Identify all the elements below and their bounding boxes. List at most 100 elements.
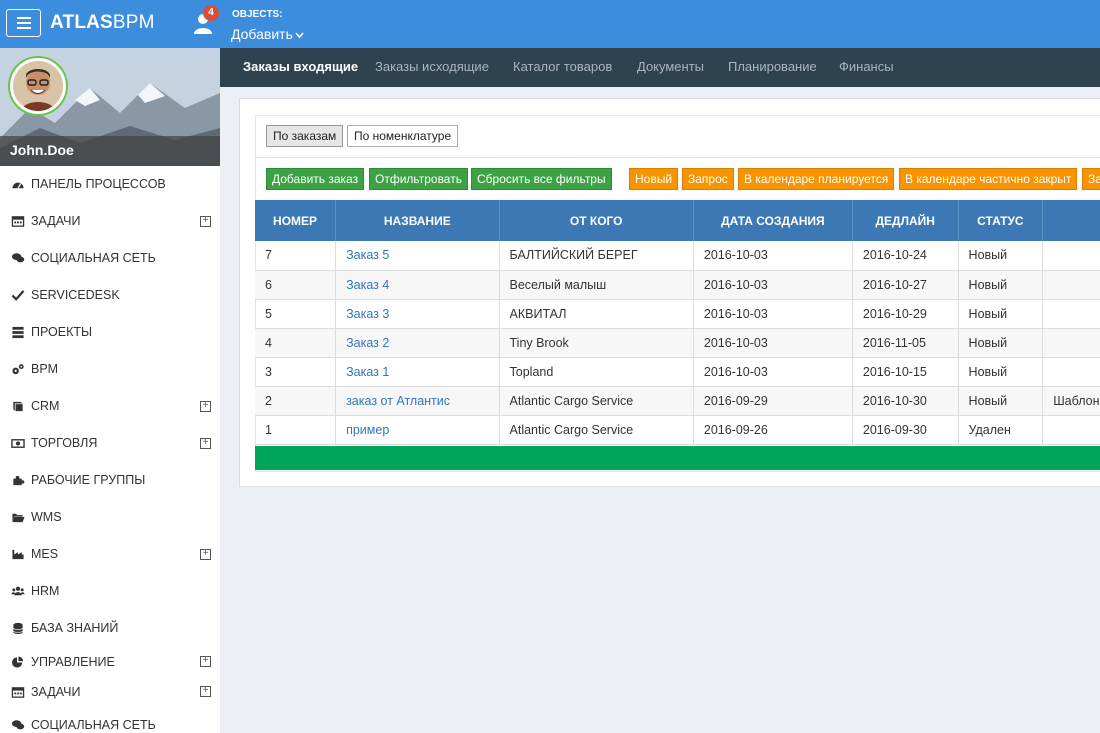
- table-header-row: НОМЕР НАЗВАНИЕ ОТ КОГО ДАТА СОЗДАНИЯ ДЕД…: [255, 200, 1100, 241]
- column-header-number[interactable]: НОМЕР: [255, 200, 337, 241]
- order-link[interactable]: Заказ 1: [346, 365, 389, 379]
- objects-add-label: Добавить: [231, 26, 293, 42]
- objects-add-dropdown[interactable]: Добавить: [231, 26, 304, 42]
- sidebar-item-label: СОЦИАЛЬНАЯ СЕТЬ: [31, 718, 156, 732]
- column-header-from[interactable]: ОТ КОГО: [499, 200, 694, 241]
- sidebar-item-3[interactable]: SERVICEDESK: [0, 277, 220, 314]
- table-row[interactable]: 6 Заказ 4 Веселый малыш 2016-10-03 2016-10-2…: [255, 270, 1100, 300]
- sidebar-item-1[interactable]: ЗАДАЧИ +: [0, 203, 220, 240]
- status-filter-calendar-planned[interactable]: В календаре планируется: [738, 168, 895, 190]
- tab-product-catalog[interactable]: Каталог товаров: [513, 59, 612, 74]
- comments-icon: [11, 253, 25, 263]
- cell-deadline: 2016-10-29: [852, 299, 959, 329]
- cell-status: Новый: [958, 241, 1044, 271]
- cell-extra: [1042, 415, 1100, 445]
- sidebar-item-8[interactable]: РАБОЧИЕ ГРУППЫ: [0, 462, 220, 499]
- column-header-deadline[interactable]: ДЕДЛАЙН: [852, 200, 959, 241]
- cell-created: 2016-10-03: [693, 357, 853, 387]
- cell-created: 2016-10-03: [693, 299, 853, 329]
- expand-plus-icon[interactable]: +: [200, 216, 211, 227]
- sidebar-item-label: БАЗА ЗНАНИЙ: [31, 621, 119, 635]
- order-link[interactable]: пример: [346, 423, 389, 437]
- order-link[interactable]: Заказ 4: [346, 278, 389, 292]
- sidebar-item-label: ПРОЕКТЫ: [31, 325, 93, 339]
- sidebar-item-14[interactable]: ЗАДАЧИ +: [0, 677, 220, 707]
- avatar[interactable]: [10, 58, 66, 114]
- cell-extra: [1042, 328, 1100, 358]
- column-header-name[interactable]: НАЗВАНИЕ: [335, 200, 500, 241]
- sidebar-item-6[interactable]: CRM +: [0, 388, 220, 425]
- sidebar-item-13[interactable]: УПРАВЛЕНИЕ +: [0, 647, 220, 677]
- status-filter-calendar-partially-closed[interactable]: В календаре частично закрыт: [899, 168, 1078, 190]
- sidebar-item-7[interactable]: ТОРГОВЛЯ +: [0, 425, 220, 462]
- cell-deadline: 2016-11-05: [852, 328, 959, 358]
- reset-filters-button[interactable]: Сбросить все фильтры: [471, 168, 612, 190]
- database-icon: [12, 622, 24, 634]
- expand-plus-icon[interactable]: +: [200, 549, 211, 560]
- app-logo[interactable]: ATLASBPM: [50, 12, 155, 34]
- check-icon: [11, 290, 25, 301]
- cell-from: Topland: [499, 357, 694, 387]
- order-link[interactable]: Заказ 2: [346, 336, 389, 350]
- filter-button[interactable]: Отфильтровать: [369, 168, 468, 190]
- cell-status: Удален: [958, 415, 1044, 445]
- sidebar-item-9[interactable]: WMS: [0, 499, 220, 536]
- user-panel: John.Doe: [0, 48, 220, 166]
- cell-extra: [1042, 241, 1100, 271]
- sidebar-item-5[interactable]: BPM: [0, 351, 220, 388]
- view-by-orders-button[interactable]: По заказам: [266, 125, 344, 147]
- order-link[interactable]: Заказ 3: [346, 307, 389, 321]
- cell-status: Новый: [958, 357, 1044, 387]
- folder-open-icon: [12, 513, 25, 523]
- expand-plus-icon[interactable]: +: [200, 401, 211, 412]
- column-header-status[interactable]: СТАТУС: [958, 200, 1044, 241]
- tab-planning[interactable]: Планирование: [728, 59, 817, 74]
- sidebar-item-10[interactable]: MES +: [0, 536, 220, 573]
- orders-table-body: 7 Заказ 5 БАЛТИЙСКИЙ БЕРЕГ 2016-10-03 2016-1…: [255, 241, 1100, 445]
- top-bar: ATLASBPM 4 OBJECTS: Добавить: [0, 0, 1100, 48]
- sidebar-item-15[interactable]: СОЦИАЛЬНАЯ СЕТЬ: [0, 707, 220, 733]
- money-icon: [11, 439, 25, 448]
- table-row[interactable]: 7 Заказ 5 БАЛТИЙСКИЙ БЕРЕГ 2016-10-03 2016-1…: [255, 241, 1100, 271]
- sidebar-item-0[interactable]: ПАНЕЛЬ ПРОЦЕССОВ: [0, 166, 220, 203]
- view-by-nomenclature-button[interactable]: По номенклатуре: [347, 125, 459, 147]
- sidebar-item-4[interactable]: ПРОЕКТЫ: [0, 314, 220, 351]
- sidebar-item-label: ЗАДАЧИ: [31, 685, 81, 699]
- tab-incoming-orders[interactable]: Заказы входящие: [243, 59, 358, 74]
- calendar-icon: [11, 687, 25, 698]
- cell-deadline: 2016-10-15: [852, 357, 959, 387]
- tab-finance[interactable]: Финансы: [839, 59, 894, 74]
- users-icon: [11, 586, 25, 596]
- column-header-extra[interactable]: [1042, 200, 1100, 241]
- sidebar-item-2[interactable]: СОЦИАЛЬНАЯ СЕТЬ: [0, 240, 220, 277]
- sidebar-item-12[interactable]: БАЗА ЗНАНИЙ: [0, 610, 220, 647]
- expand-plus-icon[interactable]: +: [200, 656, 211, 667]
- status-filter-request[interactable]: Запрос: [682, 168, 734, 190]
- calendar-icon: [11, 216, 25, 227]
- chevron-down-icon: [295, 32, 304, 39]
- cell-name: Заказ 3: [335, 299, 500, 329]
- cell-extra: [1042, 299, 1100, 329]
- cell-extra: [1042, 270, 1100, 300]
- column-header-created[interactable]: ДАТА СОЗДАНИЯ: [693, 200, 853, 241]
- tab-documents[interactable]: Документы: [637, 59, 704, 74]
- status-filter-more[interactable]: За: [1082, 168, 1100, 190]
- table-row[interactable]: 2 заказ от Атлантис Atlantic Cargo Service…: [255, 386, 1100, 416]
- table-row[interactable]: 5 Заказ 3 АКВИТАЛ 2016-10-03 2016-10-29 Новый: [255, 299, 1100, 329]
- add-order-button[interactable]: Добавить заказ: [266, 168, 365, 190]
- order-link[interactable]: заказ от Атлантис: [346, 394, 450, 408]
- cell-created: 2016-10-03: [693, 328, 853, 358]
- table-row[interactable]: 4 Заказ 2 Tiny Brook 2016-10-03 2016-11-05 Но…: [255, 328, 1100, 358]
- status-filter-new[interactable]: Новый: [629, 168, 679, 190]
- hamburger-menu-icon[interactable]: [6, 9, 41, 37]
- tab-outgoing-orders[interactable]: Заказы исходящие: [375, 59, 489, 74]
- expand-plus-icon[interactable]: +: [200, 686, 211, 697]
- cell-num: 7: [255, 241, 337, 271]
- table-row[interactable]: 1 пример Atlantic Cargo Service 2016-09-26 2…: [255, 415, 1100, 445]
- expand-plus-icon[interactable]: +: [200, 438, 211, 449]
- table-row[interactable]: 3 Заказ 1 Topland 2016-10-03 2016-10-15 Новый: [255, 357, 1100, 387]
- cell-deadline: 2016-10-24: [852, 241, 959, 271]
- sidebar-item-11[interactable]: HRM: [0, 573, 220, 610]
- cell-num: 4: [255, 328, 337, 358]
- order-link[interactable]: Заказ 5: [346, 248, 389, 262]
